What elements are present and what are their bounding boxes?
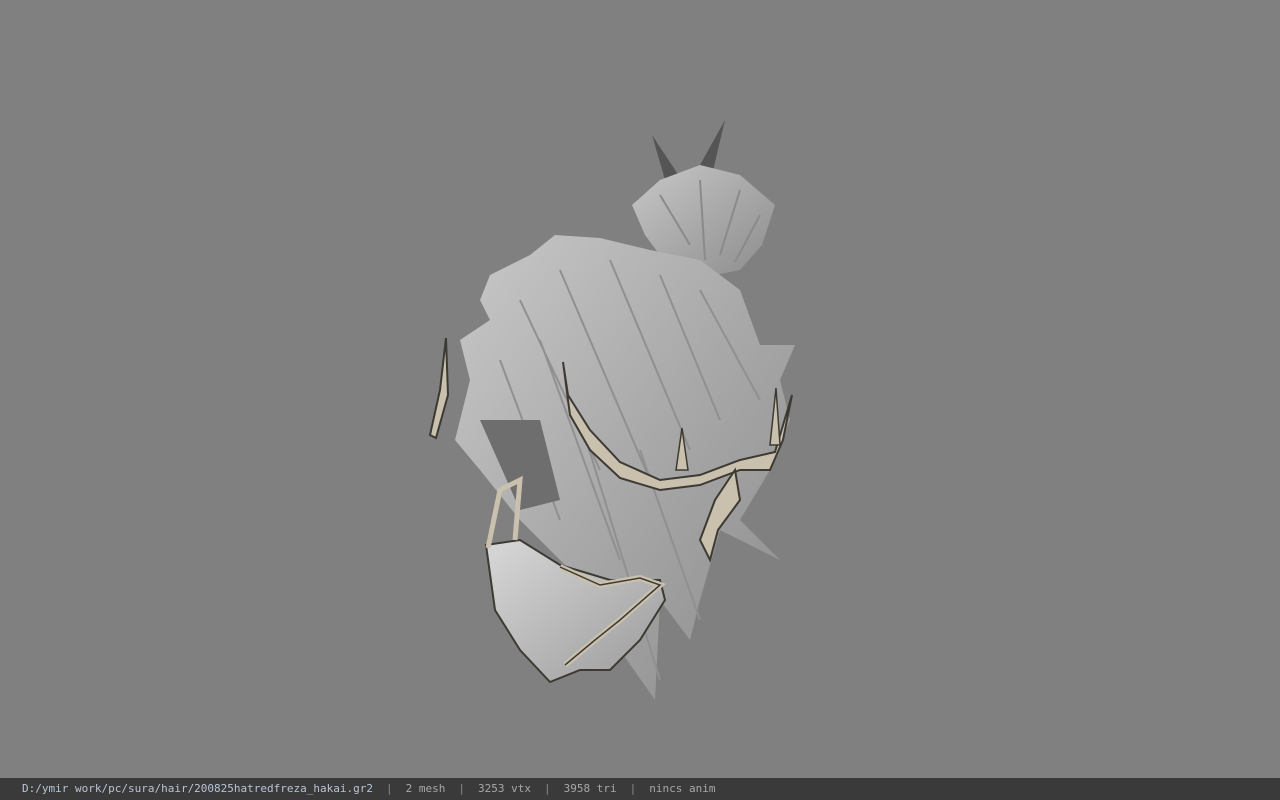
status-separator: | xyxy=(386,782,393,795)
status-separator: | xyxy=(629,782,637,795)
file-path: D:/ymir work/pc/sura/hair/200825hatredfr… xyxy=(22,782,373,795)
model-viewport[interactable] xyxy=(0,0,1280,778)
animation-status: nincs anim xyxy=(649,782,716,795)
side-spike xyxy=(428,337,450,440)
status-separator: | xyxy=(543,782,551,795)
status-bar: D:/ymir work/pc/sura/hair/200825hatredfr… xyxy=(0,778,1280,800)
status-separator: | xyxy=(458,782,465,795)
vertex-count: 3253 vtx xyxy=(478,782,531,795)
mesh-count: 2 mesh xyxy=(405,782,446,795)
hair-model-icon xyxy=(428,120,795,700)
triangle-count: 3958 tri xyxy=(563,782,617,795)
